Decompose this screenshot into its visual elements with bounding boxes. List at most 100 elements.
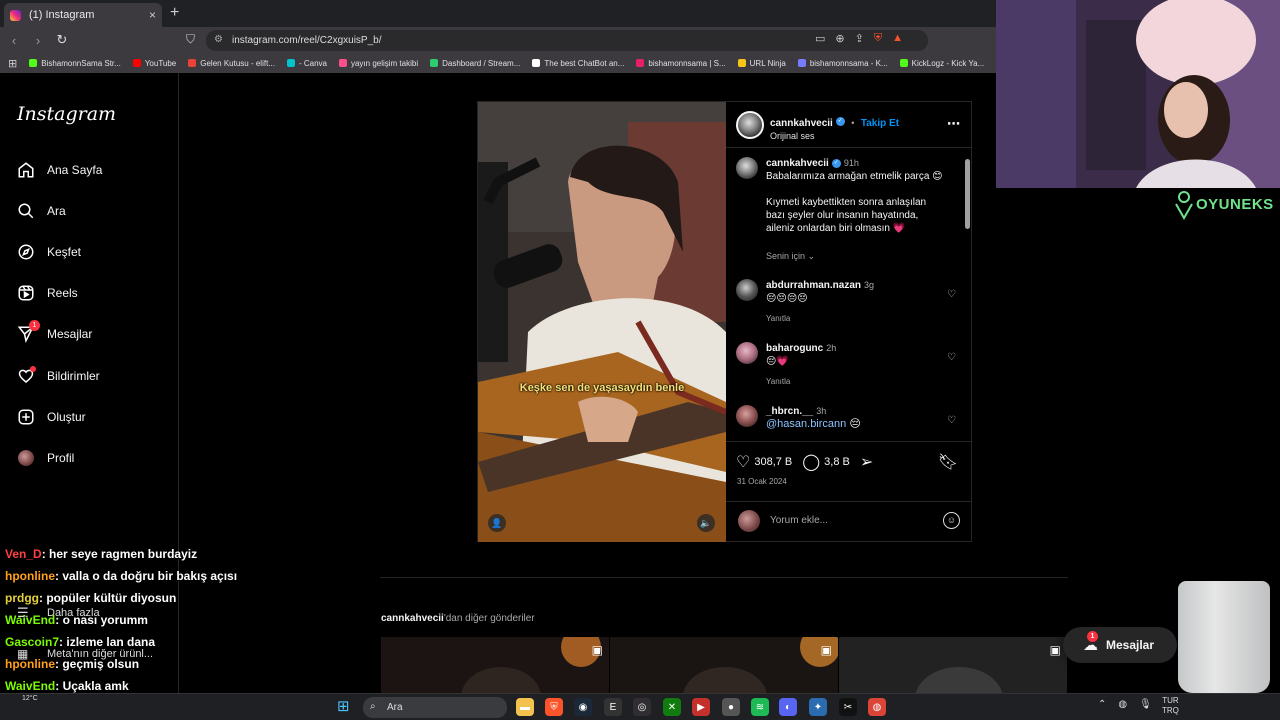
tagged-users-icon[interactable]: 👤 — [488, 514, 506, 532]
like-comment-heart-icon[interactable]: ♡ — [947, 352, 956, 363]
author-avatar[interactable] — [736, 111, 764, 139]
emoji-picker-icon[interactable]: ☺ — [943, 512, 960, 529]
chat-text: : popüler kültür diyosun — [39, 591, 177, 605]
like-comment-heart-icon[interactable]: ♡ — [947, 289, 956, 300]
caption-username[interactable]: cannkahvecii — [766, 158, 829, 169]
sidebar-item-profile[interactable]: Profil — [17, 449, 74, 467]
discord-icon[interactable]: ◐ — [779, 698, 797, 716]
brave-shield-icon[interactable]: ⛨ — [874, 32, 882, 45]
sidebar-item-create[interactable]: Oluştur — [17, 408, 86, 426]
comment-username[interactable]: baharogunc — [766, 343, 823, 354]
sidebar-item-explore[interactable]: Keşfet — [17, 243, 81, 261]
apps-grid-icon[interactable]: ⊞ — [8, 57, 17, 70]
reel-video[interactable]: Keşke sen de yaşasaydın benle 👤 🔈 — [478, 102, 726, 542]
media-icon[interactable]: ▶ — [692, 698, 710, 716]
mute-icon[interactable]: 🔈 — [697, 514, 715, 532]
current-user-avatar — [738, 510, 760, 532]
forward-icon[interactable]: › — [28, 33, 48, 48]
share-paper-plane-icon[interactable]: ➢ — [860, 452, 873, 472]
sidebar-item-home[interactable]: Ana Sayfa — [17, 161, 102, 179]
back-icon[interactable]: ‹ — [4, 33, 24, 48]
comment-username[interactable]: abdurrahman.nazan — [766, 280, 861, 291]
app-icon[interactable]: ● — [722, 698, 740, 716]
weather-widget[interactable]: 12°C — [22, 695, 38, 702]
author-avatar[interactable] — [736, 157, 758, 179]
brave-browser-icon[interactable]: ⛨ — [545, 698, 563, 716]
cast-icon[interactable]: ▭ — [815, 32, 825, 45]
save-bookmark-icon[interactable]: 🔖︎ — [938, 452, 958, 472]
windows-start-icon[interactable]: ⊞ — [337, 697, 350, 715]
network-icon[interactable]: ◍ — [1118, 699, 1127, 710]
comment-icon[interactable]: ◯ — [802, 452, 820, 472]
taskbar-search[interactable]: ⌕ Ara — [363, 697, 507, 718]
more-post-thumbnail[interactable]: ▣ — [381, 637, 609, 693]
bookmark-item[interactable]: Dashboard / Stream... — [430, 59, 520, 68]
tray-chevron-icon[interactable]: ⌃ — [1098, 699, 1106, 710]
bookmark-item[interactable]: bishamonnsama | S... — [636, 59, 726, 68]
comment-username[interactable]: _hbrcn.__ — [766, 406, 813, 417]
bookmark-item[interactable]: Gelen Kutusu - elift... — [188, 59, 275, 68]
microphone-icon[interactable]: 🎙︎ — [1139, 699, 1152, 710]
share-icon[interactable]: ⇪ — [855, 32, 864, 45]
chat-message: WaivEnd: o nası yorumm — [5, 613, 148, 627]
commenter-avatar[interactable] — [736, 279, 758, 301]
sidebar-item-reels[interactable]: Reels — [17, 284, 78, 302]
thumbnail-image — [381, 637, 609, 693]
bookmark-favicon-icon — [636, 59, 645, 67]
thumbnail-image — [610, 637, 838, 693]
brave-rewards-icon[interactable]: ▲ — [892, 32, 903, 45]
add-comment-input[interactable]: Yorum ekle... — [770, 515, 828, 526]
sidebar-item-notifications[interactable]: Bildirimler — [17, 366, 100, 385]
more-posts-username[interactable]: cannkahvecii — [381, 613, 444, 624]
language-indicator[interactable]: TUR TRQ — [1162, 696, 1179, 716]
instagram-logo[interactable]: Instagram — [17, 103, 116, 125]
bookmark-item[interactable]: BishamonnSama Str... — [29, 59, 121, 68]
lang-top: TUR — [1162, 696, 1179, 705]
file-explorer-icon[interactable]: ▬ — [516, 698, 534, 716]
steam-icon[interactable]: ◉ — [574, 698, 592, 716]
more-options-icon[interactable]: ⋯ — [947, 116, 960, 132]
bookmark-favicon-icon — [286, 59, 295, 67]
commenter-avatar[interactable] — [736, 342, 758, 364]
more-post-thumbnail[interactable]: ▣ — [839, 637, 1067, 693]
reply-button[interactable]: Yanıtla — [766, 375, 956, 388]
obs-icon[interactable]: ◎ — [633, 698, 651, 716]
sidebar-item-messages[interactable]: 1 Mesajlar — [17, 320, 92, 343]
browser-tab[interactable]: (1) Instagram × — [4, 3, 162, 27]
xbox-icon[interactable]: ✕ — [663, 698, 681, 716]
bookmark-icon[interactable]: ⛉ — [186, 32, 195, 47]
reply-button[interactable]: Yanıtla — [766, 312, 956, 325]
chrome-icon[interactable]: ◍ — [868, 698, 886, 716]
epic-games-icon[interactable]: E — [604, 698, 622, 716]
capcut-icon[interactable]: ✂ — [839, 698, 857, 716]
author-username[interactable]: cannkahvecii — [770, 118, 833, 129]
sidebar-item-search[interactable]: Ara — [17, 202, 66, 220]
bookmark-item[interactable]: - Canva — [286, 59, 327, 68]
comment-mention-link[interactable]: @hasan.bircann — [766, 418, 846, 430]
close-tab-icon[interactable]: × — [149, 8, 156, 22]
bookmark-item[interactable]: yayın gelişim takibi — [338, 59, 418, 68]
site-settings-icon[interactable]: ⚙ — [214, 34, 223, 45]
chat-text: : geçmiş olsun — [55, 657, 140, 671]
scrollbar-thumb[interactable] — [965, 159, 970, 229]
for-you-toggle[interactable]: Senin için ⌄ — [766, 250, 956, 263]
sketch-icon[interactable]: ✦ — [809, 698, 827, 716]
bookmark-item[interactable]: KickLogz - Kick Ya... — [899, 59, 984, 68]
spotify-icon[interactable]: ≋ — [751, 698, 769, 716]
like-count[interactable]: 308,7 B — [754, 456, 792, 468]
like-heart-icon[interactable]: ♡ — [736, 452, 750, 472]
bookmark-item[interactable]: The best ChatBot an... — [532, 59, 624, 68]
follow-button[interactable]: Takip Et — [861, 118, 899, 129]
zoom-icon[interactable]: ⊕ — [835, 32, 844, 45]
bookmark-item[interactable]: YouTube — [132, 59, 176, 68]
new-tab-button[interactable]: + — [170, 4, 179, 22]
bookmark-item[interactable]: URL Ninja — [737, 59, 786, 68]
bookmark-item[interactable]: bishamonnsama - K... — [797, 59, 888, 68]
more-post-thumbnail[interactable]: ▣ — [610, 637, 838, 693]
floating-messages-button[interactable]: ☁ 1 Mesajlar — [1063, 627, 1177, 663]
audio-label[interactable]: Orijinal ses — [770, 131, 899, 141]
comments-scrollbar[interactable] — [964, 151, 971, 441]
commenter-avatar[interactable] — [736, 405, 758, 427]
reload-icon[interactable]: ↻ — [52, 32, 72, 48]
like-comment-heart-icon[interactable]: ♡ — [947, 415, 956, 426]
